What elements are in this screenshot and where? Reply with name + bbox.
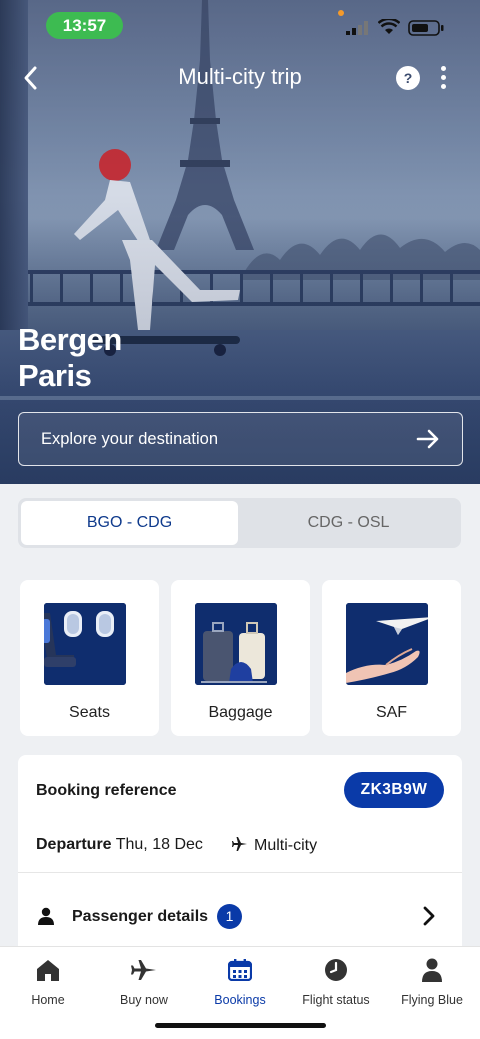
- booking-reference-label: Booking reference: [36, 782, 177, 799]
- wifi-icon: [378, 19, 400, 34]
- person-icon: [38, 907, 54, 925]
- tab-flying-blue-label: Flying Blue: [401, 993, 463, 1007]
- seats-card[interactable]: Seats: [20, 580, 159, 736]
- tab-home-label: Home: [31, 993, 65, 1007]
- booking-reference-badge[interactable]: ZK3B9W: [344, 772, 444, 808]
- passenger-details-row[interactable]: Passenger details 1: [18, 895, 462, 939]
- trip-type: Multi-city: [232, 836, 317, 855]
- departure-date: Thu, 18 Dec: [115, 836, 203, 853]
- destination-heading: Bergen Paris: [18, 322, 122, 394]
- tab-flying-blue[interactable]: Flying Blue: [384, 957, 480, 1007]
- tab-buy-now[interactable]: Buy now: [96, 957, 192, 1007]
- home-icon: [37, 960, 59, 981]
- trip-type-label: Multi-city: [254, 837, 318, 854]
- clock-icon: [325, 959, 347, 981]
- home-indicator: [155, 1023, 326, 1028]
- saf-label: SAF: [375, 704, 408, 721]
- calendar-icon: [228, 959, 252, 981]
- privacy-indicator-icon: [338, 10, 344, 16]
- tab-home[interactable]: Home: [0, 957, 96, 1007]
- segment-tab-cdg-osl[interactable]: CDG - OSL: [240, 501, 457, 545]
- flight-segment-selector: BGO - CDG CDG - OSL: [18, 498, 461, 548]
- plane-icon: [131, 960, 156, 980]
- saf-card[interactable]: SAF: [322, 580, 461, 736]
- baggage-card[interactable]: Baggage: [171, 580, 310, 736]
- origin-city: Bergen: [18, 322, 122, 357]
- person-icon: [422, 958, 442, 982]
- baggage-label: Baggage: [208, 704, 273, 721]
- arrow-right-icon: [416, 429, 439, 449]
- destination-city: Paris: [18, 358, 92, 393]
- explore-destination-label: Explore your destination: [41, 430, 219, 448]
- tab-buy-now-label: Buy now: [120, 993, 168, 1007]
- top-navigation: Multi-city trip ?: [0, 58, 480, 98]
- explore-destination-button[interactable]: Explore your destination: [18, 412, 463, 466]
- baggage-icon: [195, 603, 277, 685]
- battery-icon: [408, 20, 444, 36]
- help-icon[interactable]: ?: [396, 66, 420, 90]
- tab-bookings-label: Bookings: [214, 993, 266, 1007]
- segment-tab-bgo-cdg[interactable]: BGO - CDG: [21, 501, 238, 545]
- chevron-right-icon: [423, 906, 435, 926]
- departure-info: Departure Thu, 18 Dec: [36, 836, 203, 854]
- tab-flight-status-label: Flight status: [302, 993, 370, 1007]
- divider: [18, 872, 462, 873]
- passenger-count-badge: 1: [217, 904, 242, 929]
- more-options-icon[interactable]: [436, 64, 450, 92]
- seats-icon: [44, 603, 126, 685]
- tab-flight-status[interactable]: Flight status: [288, 957, 384, 1007]
- signal-icon: [346, 21, 368, 35]
- seats-label: Seats: [69, 704, 110, 721]
- plane-icon: [232, 837, 247, 851]
- tab-bookings[interactable]: Bookings: [192, 957, 288, 1007]
- departure-label: Departure: [36, 836, 112, 853]
- booking-card: Booking reference ZK3B9W Departure Thu, …: [18, 755, 462, 955]
- passenger-details-label: Passenger details: [72, 908, 209, 925]
- status-time: 13:57: [46, 12, 123, 39]
- saf-icon: [346, 603, 428, 685]
- status-bar: 13:57: [0, 10, 480, 40]
